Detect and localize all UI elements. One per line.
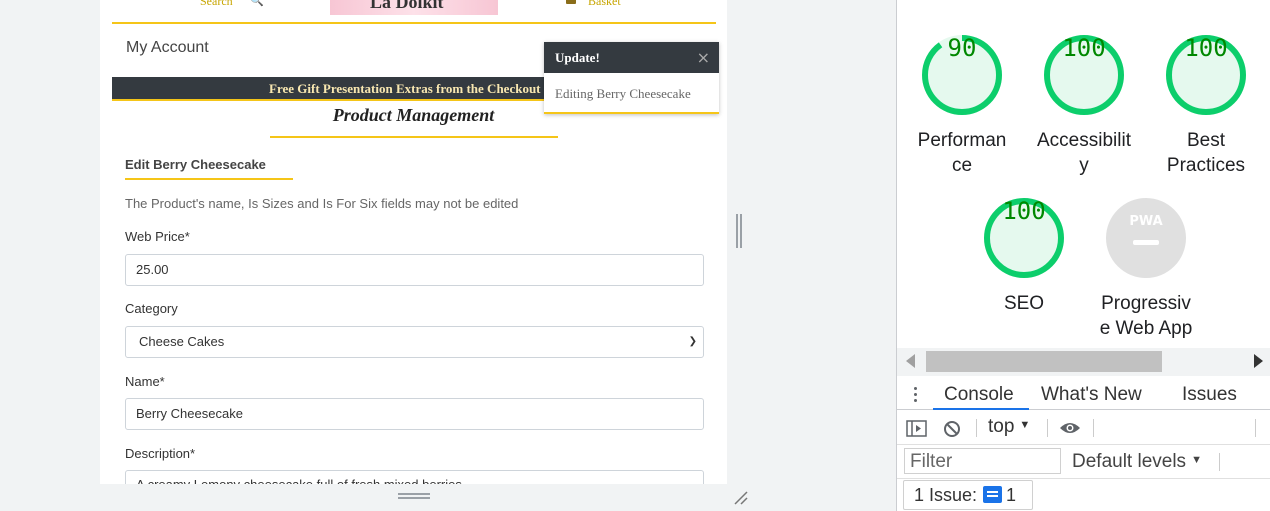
tab-whats-new[interactable]: What's New (1041, 384, 1142, 406)
toolbar-separator (1255, 419, 1256, 437)
best-practices-gauge[interactable]: 100 (1165, 34, 1247, 116)
chevron-down-icon: ❯ (688, 336, 697, 347)
name-input[interactable]: Berry Cheesecake (125, 398, 704, 430)
caret-down-icon: ▼ (1019, 419, 1031, 431)
device-viewport: Search 🔍 La Dolkit Basket My Account Fre… (0, 0, 896, 511)
seo-gauge[interactable]: 100 (983, 197, 1065, 279)
accessibility-gauge[interactable]: 100 (1043, 34, 1125, 116)
web-price-label: Web Price* (125, 229, 190, 244)
console-toolbar: top ▼ (897, 411, 1270, 445)
issues-count: 1 (1006, 485, 1017, 505)
tab-issues[interactable]: Issues (1182, 384, 1237, 406)
accessibility-label: Accessibilit y (1037, 130, 1131, 176)
devtools-panel: 90 Performan ce 100 Accessibilit y 100 Bes… (896, 0, 1270, 511)
heading-underline (125, 178, 293, 180)
search-link[interactable]: Search (200, 0, 233, 9)
eye-icon[interactable] (1059, 421, 1081, 435)
sidebar-toggle-icon[interactable] (906, 420, 927, 437)
scrollbar-thumb[interactable] (926, 351, 1162, 372)
toolbar-separator (1093, 419, 1094, 437)
update-toast: Update! × Editing Berry Cheesecake (544, 42, 719, 114)
more-options-icon[interactable] (914, 387, 918, 405)
log-levels-select[interactable]: Default levels ▼ (1072, 451, 1202, 473)
side-resize-handle-icon[interactable] (736, 214, 744, 248)
category-select[interactable]: Cheese Cakes ❯ (125, 326, 704, 358)
context-select[interactable]: top ▼ (988, 416, 1030, 438)
context-value: top (988, 416, 1015, 437)
site-header: Search 🔍 La Dolkit Basket (100, 0, 727, 22)
corner-resize-icon[interactable] (733, 490, 749, 506)
help-text: The Product's name, Is Sizes and Is For … (125, 196, 519, 211)
message-icon (983, 486, 1003, 503)
filter-row: Filter Default levels ▼ (897, 446, 1270, 478)
web-page: Search 🔍 La Dolkit Basket My Account Fre… (100, 0, 727, 484)
logo-text[interactable]: La Dolkit (370, 0, 444, 13)
drawer-tabbar: Console What's New Issues (897, 376, 1270, 410)
edit-heading: Edit Berry Cheesecake (125, 157, 266, 172)
search-icon[interactable]: 🔍 (250, 0, 264, 7)
clear-console-icon[interactable] (943, 420, 961, 438)
name-label: Name* (125, 374, 165, 389)
description-textarea[interactable]: A creamy Lemony cheesecake full of fresh… (125, 470, 704, 484)
log-levels-value: Default levels (1072, 451, 1187, 472)
close-icon[interactable]: × (697, 48, 710, 67)
basket-link[interactable]: Basket (588, 0, 621, 9)
toolbar-separator (1219, 453, 1220, 471)
pwa-label: Progressiv e Web App (1099, 293, 1193, 339)
toast-message: Editing Berry Cheesecake (555, 86, 691, 101)
scroll-left-icon[interactable] (906, 354, 915, 368)
header-divider (112, 22, 716, 24)
tab-console[interactable]: Console (944, 384, 1014, 406)
toast-title: Update! (555, 50, 600, 65)
issues-label: 1 Issue: (914, 485, 978, 505)
active-tab-indicator (933, 408, 1029, 410)
scroll-right-icon[interactable] (1254, 354, 1263, 368)
best-practices-label: Best Practices (1166, 130, 1246, 176)
title-underline (270, 136, 558, 138)
caret-down-icon: ▼ (1191, 454, 1202, 466)
category-value: Cheese Cakes (139, 334, 225, 349)
issues-row: 1 Issue: 1 (897, 478, 1270, 511)
horizontal-scrollbar[interactable] (897, 348, 1270, 376)
toolbar-separator (976, 419, 977, 437)
performance-score: 90 (947, 34, 977, 62)
toolbar-separator (1047, 419, 1048, 437)
description-label: Description* (125, 446, 196, 461)
accessibility-score: 100 (1062, 34, 1106, 62)
my-account-link[interactable]: My Account (126, 39, 209, 57)
issues-button[interactable]: 1 Issue: 1 (903, 480, 1033, 510)
seo-label: SEO (1003, 293, 1045, 314)
svg-text:PWA: PWA (1129, 214, 1162, 229)
promo-text: Free Gift Presentation Extras from the C… (269, 81, 541, 96)
pwa-badge-icon: PWA (1106, 198, 1186, 278)
toast-header: Update! × (544, 42, 719, 73)
web-price-input[interactable]: 25.00 (125, 254, 704, 286)
category-label: Category (125, 301, 178, 316)
performance-gauge[interactable]: 90 (921, 34, 1003, 116)
resize-handle-icon[interactable] (398, 493, 430, 501)
seo-score: 100 (1002, 197, 1046, 225)
filter-input[interactable]: Filter (904, 448, 1061, 474)
pwa-gauge[interactable]: PWA (1105, 197, 1187, 279)
performance-label: Performan ce (917, 130, 1007, 176)
basket-icon[interactable] (566, 0, 576, 4)
best-practices-score: 100 (1184, 34, 1228, 62)
